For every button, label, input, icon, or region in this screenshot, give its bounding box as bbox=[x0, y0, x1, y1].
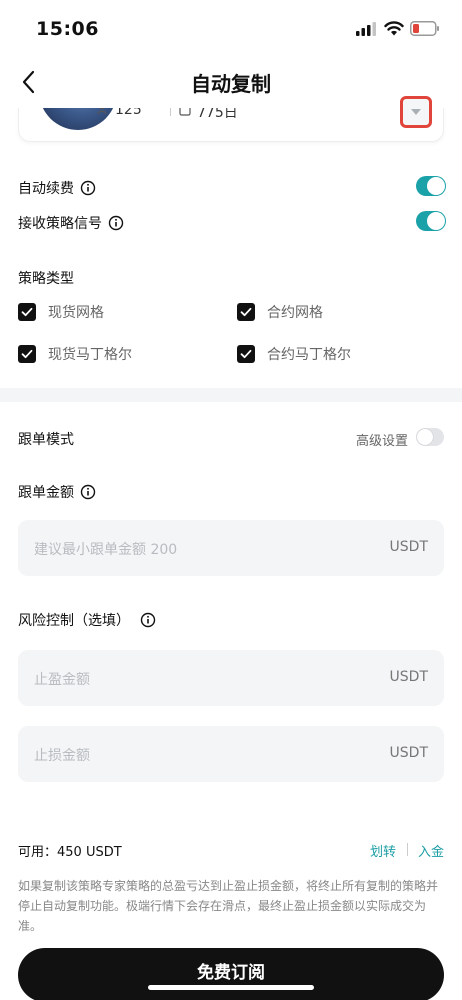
trader-card: 125 775日 bbox=[18, 108, 444, 142]
strategy-option-futures-grid[interactable]: 合约网格 bbox=[237, 302, 323, 322]
transfer-link[interactable]: 划转 bbox=[370, 841, 396, 860]
auto-renew-row: 自动续费 bbox=[18, 178, 96, 198]
subscribe-button[interactable]: 免费订阅 bbox=[18, 948, 444, 1000]
copy-mode-label: 跟单模式 bbox=[18, 432, 74, 448]
toggle-knob bbox=[427, 212, 445, 230]
deposit-link[interactable]: 入金 bbox=[418, 841, 444, 860]
checkbox-checked[interactable] bbox=[237, 303, 255, 321]
strategy-option-futures-martingale[interactable]: 合约马丁格尔 bbox=[237, 344, 351, 364]
copy-amount-input[interactable]: 建议最小跟单金额 200 USDT bbox=[18, 520, 444, 576]
section-divider bbox=[0, 388, 462, 402]
strategy-option-label: 现货网格 bbox=[48, 305, 104, 321]
days-count: 775日 bbox=[197, 108, 238, 121]
info-icon[interactable] bbox=[80, 484, 96, 500]
home-indicator bbox=[148, 985, 314, 990]
receive-signal-row: 接收策略信号 bbox=[18, 213, 124, 233]
strategy-option-label: 合约马丁格尔 bbox=[267, 347, 351, 363]
checkbox-checked[interactable] bbox=[237, 345, 255, 363]
check-icon bbox=[240, 307, 252, 317]
unit-label: USDT bbox=[389, 539, 428, 555]
toggle-knob bbox=[417, 429, 433, 445]
strategy-option-spot-grid[interactable]: 现货网格 bbox=[18, 302, 104, 322]
follower-count: 125 bbox=[115, 108, 142, 118]
stop-loss-input[interactable]: 止损金额 USDT bbox=[18, 726, 444, 782]
receive-signal-toggle[interactable] bbox=[416, 211, 446, 231]
page-title: 自动复制 bbox=[191, 72, 271, 96]
status-time: 15:06 bbox=[36, 18, 99, 40]
available-balance: 可用：450 USDT bbox=[18, 845, 122, 860]
unit-label: USDT bbox=[389, 745, 428, 761]
auto-renew-label: 自动续费 bbox=[18, 181, 74, 197]
strategy-option-label: 现货马丁格尔 bbox=[48, 347, 132, 363]
advanced-settings-toggle[interactable] bbox=[416, 428, 444, 446]
toggle-knob bbox=[427, 177, 445, 195]
followers-icon bbox=[97, 108, 107, 115]
link-divider bbox=[407, 843, 408, 856]
copy-amount-placeholder: 建议最小跟单金额 200 bbox=[34, 542, 178, 558]
check-icon bbox=[21, 307, 33, 317]
risk-control-label: 风险控制（选填） bbox=[18, 613, 130, 629]
info-icon[interactable] bbox=[80, 180, 96, 196]
stop-loss-placeholder: 止损金额 bbox=[34, 748, 90, 764]
auto-renew-toggle[interactable] bbox=[416, 176, 446, 196]
signal-icon bbox=[356, 22, 376, 36]
risk-disclaimer: 如果复制该策略专家策略的总盈亏达到止盈止损金额，将终止所有复制的策略并停止自动复… bbox=[18, 879, 439, 933]
strategy-option-spot-martingale[interactable]: 现货马丁格尔 bbox=[18, 344, 132, 364]
strategy-option-label: 合约网格 bbox=[267, 305, 323, 321]
copy-amount-row: 跟单金额 bbox=[18, 482, 96, 502]
nav-bar: 自动复制 bbox=[0, 56, 462, 108]
info-icon[interactable] bbox=[108, 215, 124, 231]
receive-signal-label: 接收策略信号 bbox=[18, 216, 102, 232]
take-profit-placeholder: 止盈金额 bbox=[34, 672, 90, 688]
strategy-type-label: 策略类型 bbox=[18, 271, 74, 287]
risk-control-row: 风险控制（选填） bbox=[18, 610, 156, 630]
expand-button[interactable] bbox=[400, 96, 432, 128]
advanced-settings-label: 高级设置 bbox=[356, 434, 409, 449]
wifi-icon bbox=[384, 21, 404, 36]
info-icon[interactable] bbox=[140, 612, 156, 628]
checkbox-checked[interactable] bbox=[18, 345, 36, 363]
check-icon bbox=[240, 349, 252, 359]
chevron-down-icon bbox=[411, 109, 421, 115]
stat-divider bbox=[170, 108, 171, 116]
checkbox-checked[interactable] bbox=[18, 303, 36, 321]
calendar-icon bbox=[179, 108, 191, 116]
unit-label: USDT bbox=[389, 669, 428, 685]
take-profit-input[interactable]: 止盈金额 USDT bbox=[18, 650, 444, 706]
copy-amount-label: 跟单金额 bbox=[18, 485, 74, 501]
status-bar: 15:06 bbox=[0, 0, 462, 56]
check-icon bbox=[21, 349, 33, 359]
battery-icon bbox=[410, 21, 439, 36]
